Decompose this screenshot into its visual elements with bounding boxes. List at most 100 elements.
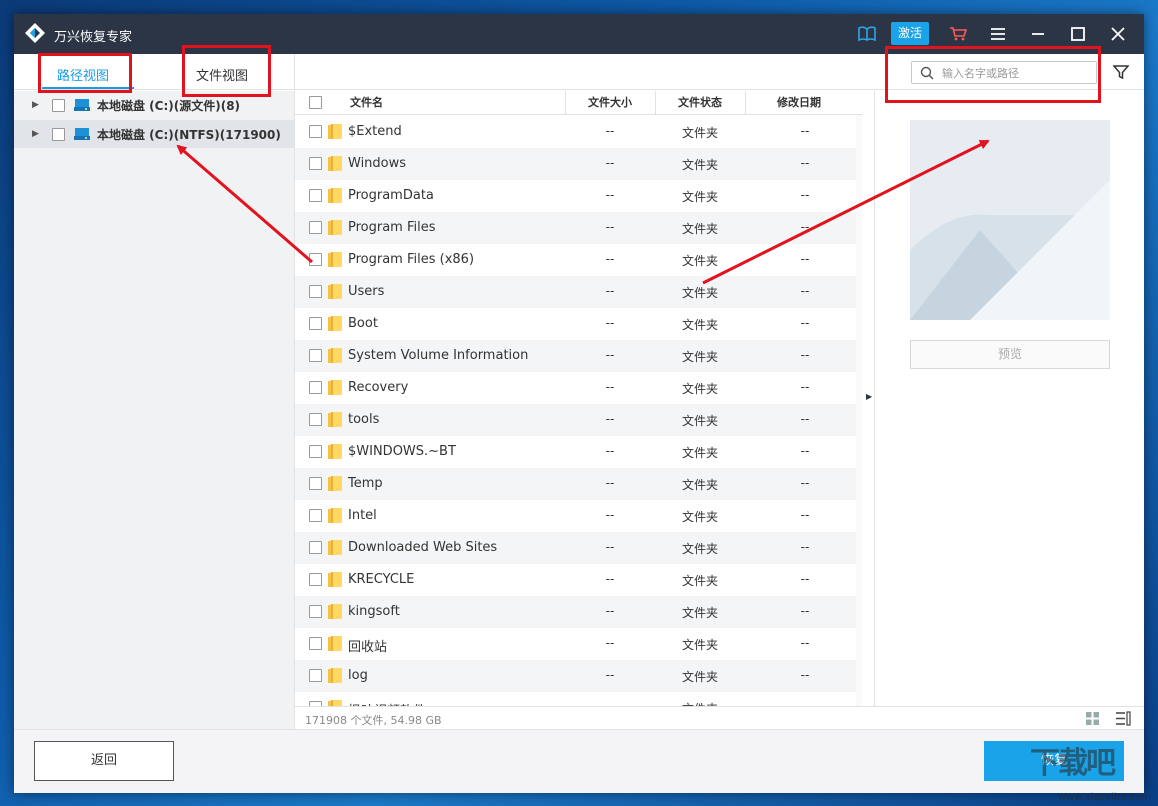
row-checkbox[interactable] [309,445,322,458]
hard-drive-icon [74,99,90,111]
table-row[interactable]: Boot -- 文件夹 -- [295,308,857,340]
file-name: Program Files (x86) [348,252,475,267]
file-date: -- [800,636,810,650]
row-checkbox[interactable] [309,381,322,394]
watermark-logo: 下载吧 [1030,746,1116,781]
file-name: log [348,668,368,683]
file-size: -- [605,316,615,330]
table-row[interactable]: Intel -- 文件夹 -- [295,500,857,532]
row-checkbox[interactable] [309,157,322,170]
column-header-name[interactable]: 文件名 [350,91,383,115]
tree-item-label: 本地磁盘 (C:)(NTFS)(171900) [97,127,281,142]
row-checkbox[interactable] [309,413,322,426]
row-checkbox[interactable] [309,637,322,650]
file-status: 文件夹 [681,190,718,204]
folder-icon [328,252,342,267]
file-name: Downloaded Web Sites [348,540,498,555]
file-size: -- [605,188,615,202]
table-row[interactable]: Program Files -- 文件夹 -- [295,212,857,244]
preview-button[interactable]: 预览 [910,340,1110,369]
table-row[interactable]: $Extend -- 文件夹 -- [295,116,857,148]
book-help-icon[interactable] [857,24,877,44]
row-checkbox[interactable] [309,573,322,586]
activate-button[interactable]: 激活 [891,22,929,45]
row-checkbox[interactable] [309,349,322,362]
file-status: 文件夹 [681,158,718,172]
file-name: kingsoft [348,604,400,619]
table-row[interactable]: KRECYCLE -- 文件夹 -- [295,564,857,596]
menu-icon[interactable] [988,24,1008,44]
tree-checkbox[interactable] [52,127,65,141]
file-date: -- [800,316,810,330]
watermark-url: www.xiazaiba.com [1058,792,1151,803]
minimize-icon[interactable] [1028,24,1048,44]
row-checkbox[interactable] [309,669,322,682]
column-header-date[interactable]: 修改日期 [745,91,853,115]
chevron-right-icon[interactable]: ▶ [32,100,42,110]
table-row[interactable]: Program Files (x86) -- 文件夹 -- [295,244,857,276]
file-date: -- [800,188,810,202]
row-checkbox[interactable] [309,189,322,202]
file-name: Recovery [348,380,409,395]
table-row[interactable]: log -- 文件夹 -- [295,660,857,692]
table-row[interactable]: 枫叶视频软件--文件夹-- [295,692,857,706]
tree-item-label: 本地磁盘 (C:)(源文件)(8) [97,98,241,113]
cart-icon[interactable] [948,24,968,44]
table-row[interactable]: $WINDOWS.~BT -- 文件夹 -- [295,436,857,468]
file-name: Boot [348,316,378,331]
row-checkbox[interactable] [309,125,322,138]
folder-icon [328,124,342,139]
chevron-right-icon[interactable]: ▶ [32,129,42,139]
table-row[interactable]: Downloaded Web Sites -- 文件夹 -- [295,532,857,564]
bottom-action-bar: 返回 恢复 [14,729,1144,793]
table-row[interactable]: tools -- 文件夹 -- [295,404,857,436]
file-name: Program Files [348,220,436,235]
collapse-preview-icon[interactable]: ▶ [866,392,872,401]
file-list-scrollbar[interactable] [856,115,862,706]
folder-icon [328,348,342,363]
file-status: 文件夹 [681,126,718,140]
folder-icon [328,636,342,651]
row-checkbox[interactable] [309,317,322,330]
file-name: System Volume Information [348,348,529,363]
file-size: -- [605,444,615,458]
table-row[interactable]: System Volume Information -- 文件夹 -- [295,340,857,372]
app-logo-icon [25,23,45,43]
maximize-icon[interactable] [1068,24,1088,44]
row-checkbox[interactable] [309,509,322,522]
close-icon[interactable] [1108,24,1128,44]
list-view-icon[interactable] [1115,711,1131,726]
tree-checkbox[interactable] [52,98,65,112]
row-checkbox[interactable] [309,477,322,490]
table-row[interactable]: Temp -- 文件夹 -- [295,468,857,500]
table-row[interactable]: 回收站 -- 文件夹 -- [295,628,857,660]
table-row[interactable]: ProgramData -- 文件夹 -- [295,180,857,212]
row-checkbox[interactable] [309,605,322,618]
file-size: -- [605,124,615,138]
back-button[interactable]: 返回 [34,741,174,781]
tree-item-drive-ntfs[interactable]: ▶ 本地磁盘 (C:)(NTFS)(171900) [14,120,294,148]
select-all-checkbox[interactable] [309,96,322,109]
column-header-status[interactable]: 文件状态 [655,91,745,115]
file-date: -- [800,540,810,554]
table-row[interactable]: Users -- 文件夹 -- [295,276,857,308]
placeholder-image-icon [910,120,1110,320]
file-size: -- [605,412,615,426]
file-status: 文件夹 [681,350,718,364]
table-row[interactable]: Windows -- 文件夹 -- [295,148,857,180]
table-row[interactable]: Recovery -- 文件夹 -- [295,372,857,404]
hard-drive-icon [74,128,90,140]
file-list: 文件名 文件大小 文件状态 修改日期 $Extend -- 文件夹 -- Windows… [294,91,862,706]
row-checkbox[interactable] [309,253,322,266]
file-name: Temp [348,476,383,491]
row-checkbox[interactable] [309,541,322,554]
grid-view-icon[interactable] [1085,711,1100,726]
column-header-size[interactable]: 文件大小 [565,91,655,115]
row-checkbox[interactable] [309,285,322,298]
filter-icon[interactable] [1113,64,1129,80]
file-date: -- [800,444,810,458]
row-checkbox[interactable] [309,221,322,234]
file-status: 文件夹 [681,286,718,300]
table-row[interactable]: kingsoft -- 文件夹 -- [295,596,857,628]
file-date: -- [800,572,810,586]
